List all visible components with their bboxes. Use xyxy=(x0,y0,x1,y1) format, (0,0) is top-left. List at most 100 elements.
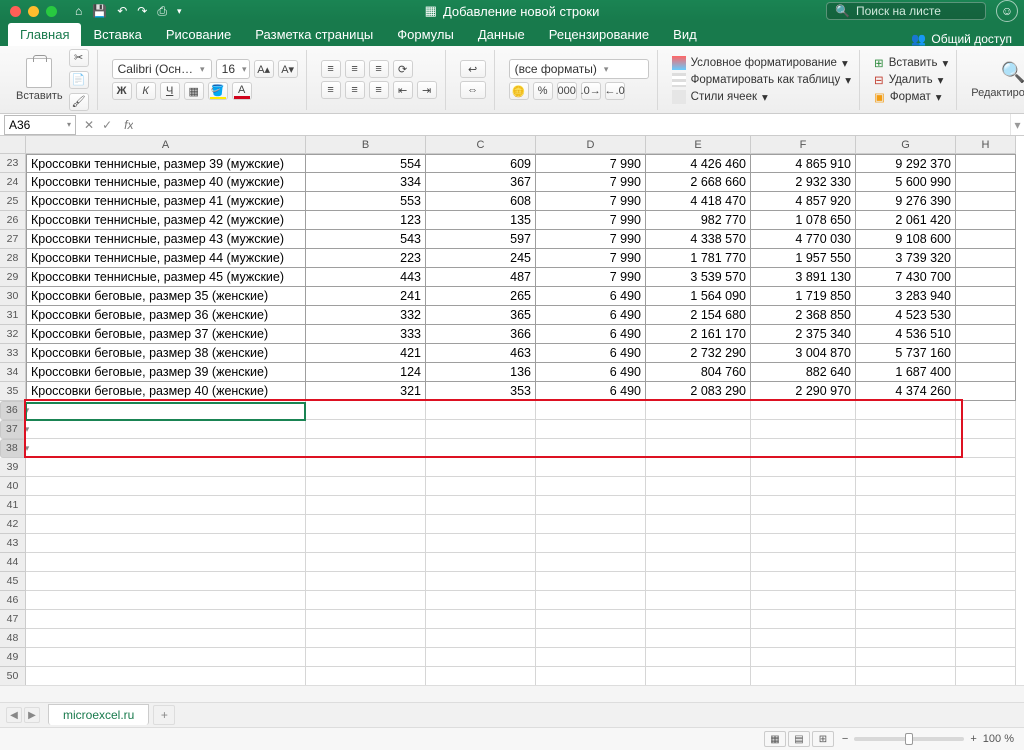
cell[interactable]: 7 990 xyxy=(536,230,646,249)
cell[interactable]: 2 932 330 xyxy=(751,173,856,192)
cell[interactable] xyxy=(956,401,1016,420)
conditional-formatting[interactable]: Условное форматирование ▾ xyxy=(672,56,851,70)
cell[interactable] xyxy=(306,648,426,667)
sheet-nav[interactable]: ◀▶ xyxy=(6,707,40,723)
cell[interactable] xyxy=(956,515,1016,534)
cell[interactable] xyxy=(856,610,956,629)
cell[interactable]: 4 865 910 xyxy=(751,154,856,173)
formula-input[interactable] xyxy=(133,116,1010,134)
row-header[interactable]: 44 xyxy=(0,553,26,572)
dec-decimal-icon[interactable]: ←.0 xyxy=(605,82,625,100)
cell[interactable] xyxy=(536,439,646,458)
cell[interactable]: 4 418 470 xyxy=(646,192,751,211)
cell[interactable] xyxy=(856,667,956,686)
indent-dec-icon[interactable]: ⇤ xyxy=(393,81,413,99)
cell[interactable] xyxy=(956,591,1016,610)
row-headers[interactable]: 2324252627282930313233343536373839404142… xyxy=(0,154,26,702)
cell[interactable] xyxy=(306,572,426,591)
horiz-scrollbar[interactable] xyxy=(0,685,1024,702)
cell[interactable]: 7 990 xyxy=(536,268,646,287)
cell[interactable]: 3 004 870 xyxy=(751,344,856,363)
cell[interactable] xyxy=(956,610,1016,629)
cell[interactable]: 553 xyxy=(306,192,426,211)
cell[interactable] xyxy=(646,420,751,439)
share-button[interactable]: 👥 Общий доступ xyxy=(911,32,1012,46)
row-header[interactable]: 39 xyxy=(0,458,26,477)
cell[interactable]: 5 737 160 xyxy=(856,344,956,363)
cell[interactable]: 353 xyxy=(426,382,536,401)
cell[interactable]: Кроссовки беговые, размер 35 (женские) xyxy=(26,287,306,306)
cell[interactable] xyxy=(536,496,646,515)
view-buttons[interactable]: ▦▤⊞ xyxy=(764,731,834,747)
row-header[interactable]: 45 xyxy=(0,572,26,591)
cell[interactable] xyxy=(536,515,646,534)
cell[interactable] xyxy=(536,648,646,667)
cell[interactable] xyxy=(426,420,536,439)
cell[interactable] xyxy=(306,553,426,572)
cell[interactable]: 463 xyxy=(426,344,536,363)
cell[interactable] xyxy=(956,344,1016,363)
tab-data[interactable]: Данные xyxy=(466,23,537,46)
cell[interactable] xyxy=(956,629,1016,648)
home-icon[interactable]: ⌂ xyxy=(75,4,82,18)
grow-font-icon[interactable]: A▴ xyxy=(254,60,274,78)
cell[interactable] xyxy=(426,629,536,648)
cell[interactable] xyxy=(956,458,1016,477)
cell[interactable] xyxy=(26,458,306,477)
row-header[interactable]: 36 xyxy=(0,401,26,420)
sheet-tab[interactable]: microexcel.ru xyxy=(48,704,149,725)
cell[interactable] xyxy=(536,458,646,477)
close-icon[interactable] xyxy=(10,6,21,17)
cell[interactable]: 3 891 130 xyxy=(751,268,856,287)
cell[interactable]: Кроссовки беговые, размер 40 (женские) xyxy=(26,382,306,401)
row-header[interactable]: 25 xyxy=(0,192,26,211)
cell[interactable] xyxy=(306,401,426,420)
cell[interactable]: 265 xyxy=(426,287,536,306)
cell[interactable] xyxy=(26,648,306,667)
cell[interactable] xyxy=(646,439,751,458)
row-header[interactable]: 24 xyxy=(0,173,26,192)
format-cells[interactable]: ▣Формат ▾ xyxy=(874,90,948,104)
redo-icon[interactable]: ↷ xyxy=(137,4,147,18)
cell[interactable]: 367 xyxy=(426,173,536,192)
cell[interactable] xyxy=(426,477,536,496)
cell[interactable] xyxy=(426,439,536,458)
paste-button[interactable]: Вставить xyxy=(16,58,63,102)
cell[interactable]: 6 490 xyxy=(536,287,646,306)
cell[interactable]: 7 430 700 xyxy=(856,268,956,287)
cell[interactable]: 443 xyxy=(306,268,426,287)
cell[interactable] xyxy=(536,553,646,572)
format-as-table[interactable]: Форматировать как таблицу ▾ xyxy=(672,73,851,87)
cell[interactable]: 6 490 xyxy=(536,306,646,325)
cell[interactable] xyxy=(956,667,1016,686)
cell[interactable] xyxy=(306,610,426,629)
cell[interactable]: 609 xyxy=(426,154,536,173)
cell[interactable]: 1 719 850 xyxy=(751,287,856,306)
cell[interactable]: 7 990 xyxy=(536,173,646,192)
cell[interactable] xyxy=(956,173,1016,192)
row-header[interactable]: 34 xyxy=(0,363,26,382)
cell[interactable] xyxy=(536,534,646,553)
row-header[interactable]: 35 xyxy=(0,382,26,401)
col-header-G[interactable]: G xyxy=(856,136,956,154)
spreadsheet-grid[interactable]: ABCDEFGH 2324252627282930313233343536373… xyxy=(0,136,1024,702)
cell[interactable] xyxy=(426,496,536,515)
cell[interactable]: 804 760 xyxy=(646,363,751,382)
cell[interactable] xyxy=(956,477,1016,496)
inc-decimal-icon[interactable]: .0→ xyxy=(581,82,601,100)
number-format-select[interactable]: (все форматы) xyxy=(509,59,649,79)
col-header-D[interactable]: D xyxy=(536,136,646,154)
row-header[interactable]: 30 xyxy=(0,287,26,306)
qat-more-icon[interactable]: ▾ xyxy=(177,6,182,17)
zoom-slider[interactable] xyxy=(854,737,964,741)
cell[interactable] xyxy=(956,192,1016,211)
cell[interactable]: 7 990 xyxy=(536,249,646,268)
copy-icon[interactable]: 📄 xyxy=(69,71,89,89)
font-color-icon[interactable]: A xyxy=(232,82,252,100)
cell[interactable]: 7 990 xyxy=(536,211,646,230)
cell[interactable] xyxy=(646,458,751,477)
cell[interactable]: 9 108 600 xyxy=(856,230,956,249)
cell[interactable] xyxy=(306,458,426,477)
cell[interactable] xyxy=(956,363,1016,382)
merge-icon[interactable]: ⇔ xyxy=(460,81,486,99)
